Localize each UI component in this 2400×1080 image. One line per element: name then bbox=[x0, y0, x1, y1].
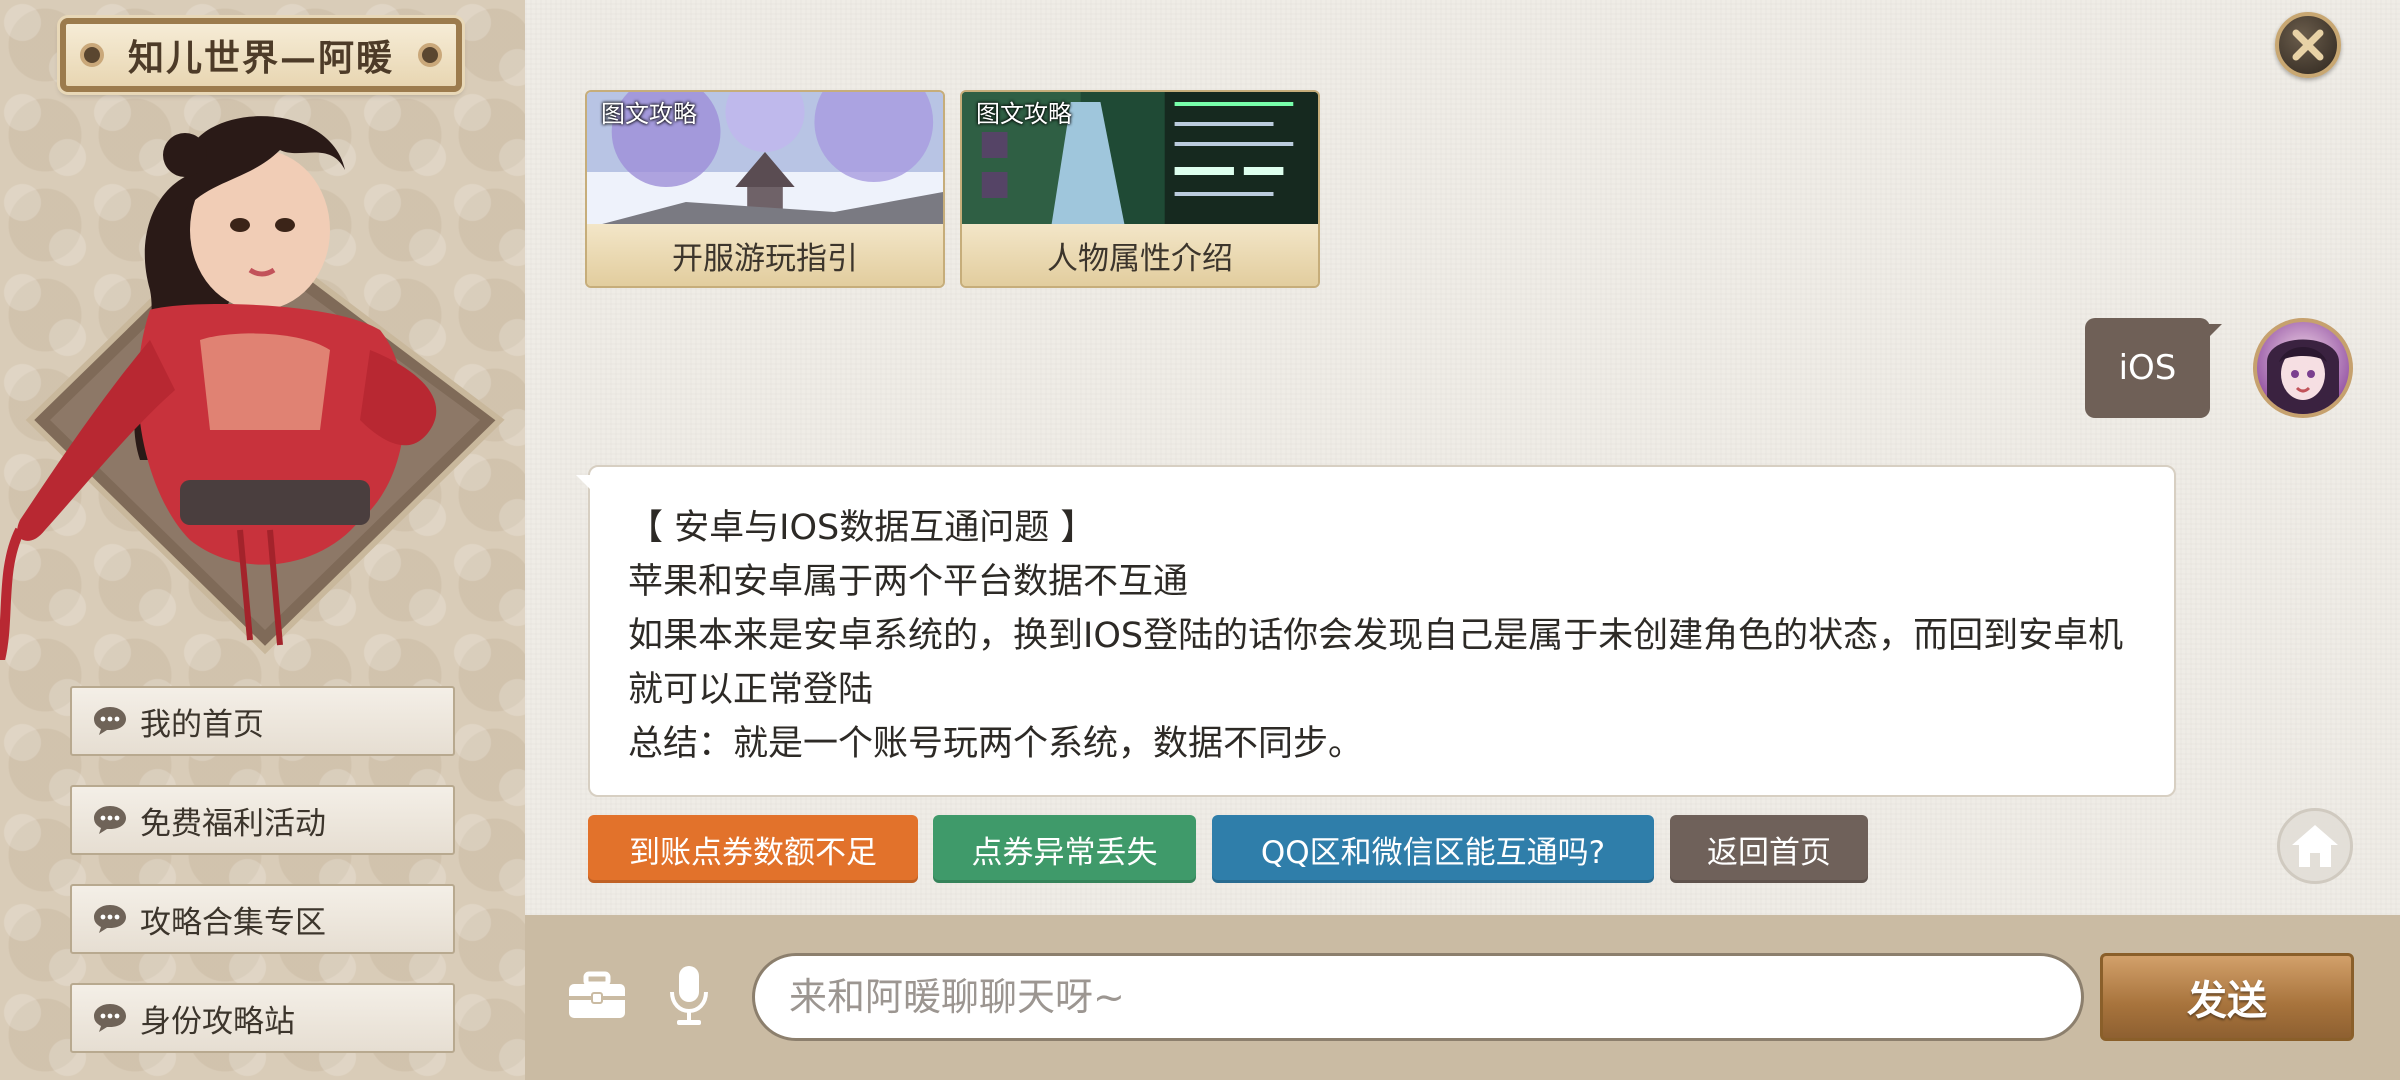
menu-item-free-welfare[interactable]: 免费福利活动 bbox=[70, 785, 455, 855]
quick-reply-label: 返回首页 bbox=[1707, 834, 1831, 871]
quick-reply-qq-wechat-interop[interactable]: QQ区和微信区能互通吗? bbox=[1212, 815, 1654, 883]
chat-bubble-icon bbox=[94, 905, 126, 933]
sidebar-title: 知儿世界—阿暖 bbox=[127, 37, 394, 79]
quick-reply-label: QQ区和微信区能互通吗? bbox=[1260, 834, 1606, 871]
reply-heading: 【 安卓与IOS数据互通问题 】 bbox=[628, 508, 1096, 548]
avatar-image bbox=[2267, 339, 2339, 414]
chat-bubble-icon bbox=[94, 707, 126, 735]
guide-card-character-attributes[interactable]: 图文攻略 人物属性介绍 bbox=[960, 90, 1320, 288]
guide-card-server-start[interactable]: 图文攻略 开服游玩指引 bbox=[585, 90, 945, 288]
sidebar-title-plate: 知儿世界—阿暖 bbox=[60, 18, 462, 92]
chat-bubble-icon bbox=[94, 1004, 126, 1032]
toolbox-icon[interactable] bbox=[566, 970, 628, 1022]
character-portrait bbox=[0, 116, 505, 660]
close-button[interactable] bbox=[2275, 12, 2341, 78]
user-message-text: iOS bbox=[2118, 348, 2177, 388]
guide-caption: 人物属性介绍 bbox=[962, 224, 1318, 286]
menu-item-guide-collection[interactable]: 攻略合集专区 bbox=[70, 884, 455, 954]
send-button[interactable]: 发送 bbox=[2100, 953, 2354, 1041]
reply-text: 苹果和安卓属于两个平台数据不互通 bbox=[628, 562, 1189, 602]
guide-caption: 开服游玩指引 bbox=[587, 224, 943, 286]
microphone-icon[interactable] bbox=[668, 964, 710, 1028]
user-avatar[interactable] bbox=[2253, 318, 2353, 418]
quick-reply-back-home[interactable]: 返回首页 bbox=[1670, 815, 1868, 883]
close-icon bbox=[2292, 29, 2324, 61]
guide-badge: 图文攻略 bbox=[601, 100, 697, 128]
reply-text: 如果本来是安卓系统的，换到IOS登陆的话你会发现自己是属于未创建角色的状态，而回… bbox=[628, 616, 2124, 710]
chat-bubble-icon bbox=[94, 806, 126, 834]
reply-summary: 总结：就是一个账号玩两个系统，数据不同步。 bbox=[628, 724, 1364, 764]
sidebar: 知儿世界—阿暖 我的首页 免费福利活动 攻略合集专区 身份攻略站 bbox=[0, 0, 525, 1080]
ornament-icon bbox=[418, 43, 442, 67]
guide-badge: 图文攻略 bbox=[976, 100, 1072, 128]
quick-reply-insufficient-coupons[interactable]: 到账点券数额不足 bbox=[588, 815, 918, 883]
chat-input[interactable] bbox=[752, 953, 2084, 1041]
ornament-icon bbox=[80, 43, 104, 67]
home-button[interactable] bbox=[2277, 808, 2353, 884]
menu-item-label: 免费福利活动 bbox=[140, 805, 326, 842]
menu-item-label: 身份攻略站 bbox=[140, 1003, 295, 1040]
user-message-bubble: iOS bbox=[2085, 318, 2222, 418]
home-icon bbox=[2292, 825, 2338, 867]
menu-item-identity-guide[interactable]: 身份攻略站 bbox=[70, 983, 455, 1053]
send-button-label: 发送 bbox=[2187, 977, 2267, 1024]
menu-item-home[interactable]: 我的首页 bbox=[70, 686, 455, 756]
quick-reply-coupon-lost[interactable]: 点券异常丢失 bbox=[933, 815, 1196, 883]
quick-reply-label: 点券异常丢失 bbox=[971, 834, 1158, 871]
quick-reply-label: 到账点券数额不足 bbox=[629, 834, 877, 871]
menu-item-label: 我的首页 bbox=[140, 706, 264, 743]
menu-item-label: 攻略合集专区 bbox=[140, 904, 326, 941]
bot-reply-bubble: 【 安卓与IOS数据互通问题 】 苹果和安卓属于两个平台数据不互通 如果本来是安… bbox=[576, 465, 2176, 797]
